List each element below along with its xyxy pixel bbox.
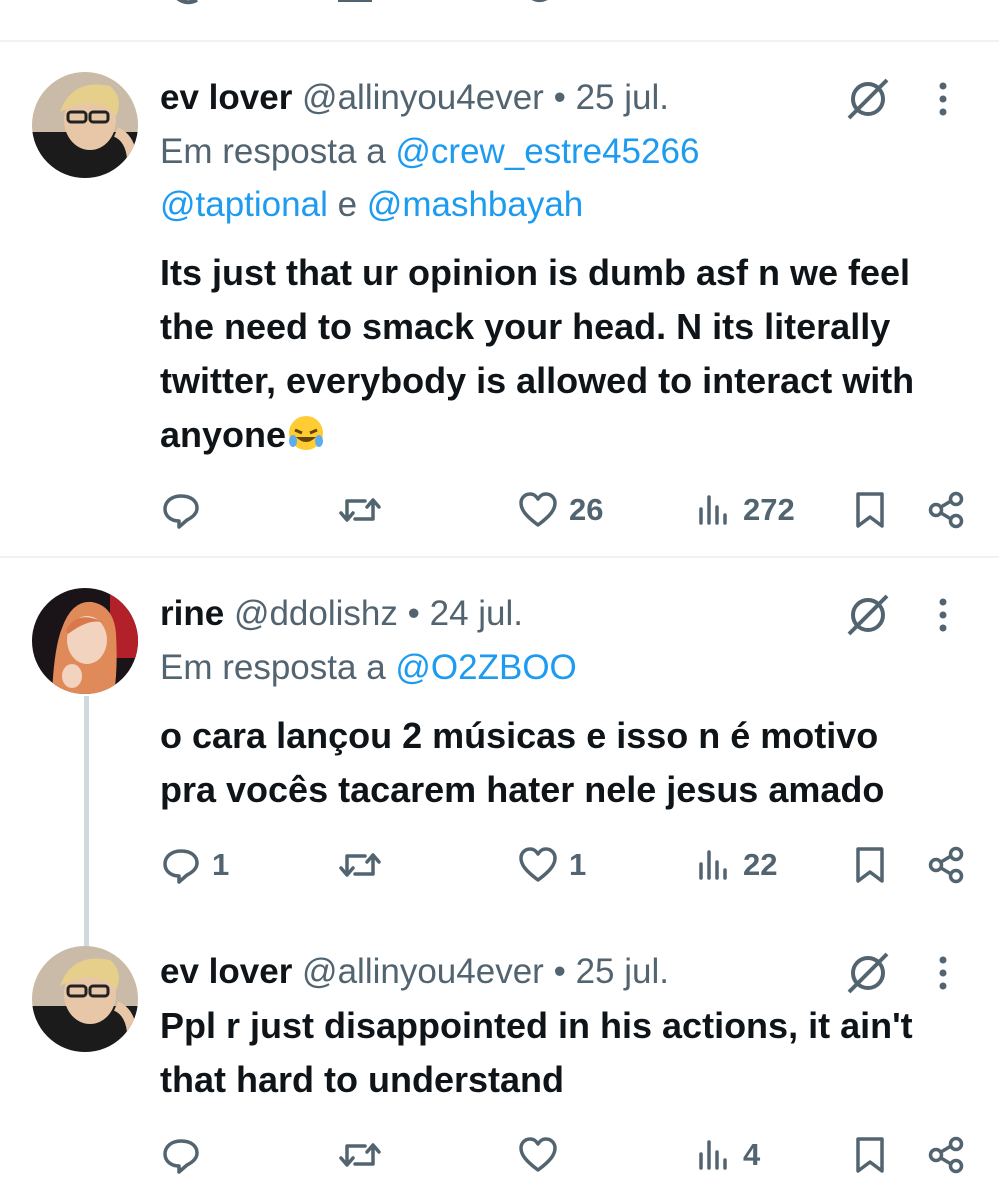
avatar[interactable]	[32, 946, 138, 1052]
mention-link[interactable]: @mashbayah	[367, 185, 583, 224]
bookmark-button[interactable]	[852, 840, 888, 890]
retweet-button[interactable]	[337, 485, 393, 535]
bookmark-icon	[856, 492, 884, 528]
share-icon	[928, 491, 964, 529]
thread-connector-line	[84, 696, 89, 948]
bookmark-icon	[856, 847, 884, 883]
cut-off-action-icons	[176, 0, 548, 5]
share-button[interactable]	[925, 1130, 967, 1180]
share-icon	[928, 1136, 964, 1174]
views-button[interactable]: 22	[695, 840, 777, 890]
reply-conjunction: e	[337, 185, 358, 224]
views-icon	[699, 1140, 727, 1170]
user-handle[interactable]: @ddolishz	[234, 594, 398, 633]
retweet-icon	[339, 853, 381, 877]
more-icon[interactable]	[928, 590, 958, 640]
share-button[interactable]	[925, 840, 967, 890]
separator-dot: •	[553, 952, 566, 991]
laughing-emoji-icon	[289, 416, 324, 450]
more-icon[interactable]	[928, 74, 958, 124]
tweet-text: o cara lançou 2 músicas e isso n é motiv…	[160, 709, 940, 817]
reply-count: 1	[212, 847, 230, 882]
user-handle[interactable]: @allinyou4ever	[302, 952, 544, 991]
reply-icon	[163, 849, 199, 884]
retweet-icon	[339, 498, 381, 522]
like-count: 1	[569, 847, 587, 882]
retweet-button[interactable]	[337, 1130, 393, 1180]
views-count: 4	[743, 1137, 761, 1172]
divider	[0, 556, 999, 558]
reply-button[interactable]	[160, 485, 212, 535]
avatar[interactable]	[32, 72, 138, 178]
tweet-text: Ppl r just disappointed in his actions, …	[160, 999, 940, 1107]
reply-context: Em resposta a @O2ZBOO	[160, 641, 920, 694]
tweet-text-content: Ppl r just disappointed in his actions, …	[160, 1005, 913, 1100]
avatar[interactable]	[32, 588, 138, 694]
like-button[interactable]: 26	[517, 485, 603, 535]
reply-prefix: Em resposta a	[160, 132, 386, 171]
views-count: 22	[743, 847, 778, 882]
tweet[interactable]: ev lover @allinyou4ever • 25 jul. Em res…	[0, 72, 999, 556]
bookmark-icon	[856, 1137, 884, 1173]
user-handle[interactable]: @allinyou4ever	[302, 78, 544, 117]
tweet-header: rine @ddolishz • 24 jul.	[160, 588, 523, 640]
reply-icon	[163, 1139, 199, 1174]
tweet-actions: 1 1 22	[0, 840, 999, 890]
views-button[interactable]: 272	[695, 485, 795, 535]
grok-icon[interactable]	[843, 948, 893, 998]
like-button[interactable]: 1	[517, 840, 586, 890]
heart-icon	[519, 492, 557, 527]
share-icon	[928, 846, 964, 884]
mention-link[interactable]: @O2ZBOO	[395, 648, 576, 687]
tweet-actions: 4	[0, 1130, 999, 1180]
like-button[interactable]	[517, 1130, 569, 1180]
bookmark-button[interactable]	[852, 1130, 888, 1180]
retweet-icon	[339, 1143, 381, 1167]
retweet-button[interactable]	[337, 840, 393, 890]
heart-icon	[519, 1137, 557, 1172]
views-icon	[699, 495, 727, 525]
reply-context: Em resposta a @crew_estre45266 @taptiona…	[160, 125, 920, 231]
more-icon[interactable]	[928, 948, 958, 998]
tweet-date[interactable]: 25 jul.	[576, 952, 669, 991]
tweet-header: ev lover @allinyou4ever • 25 jul.	[160, 946, 669, 998]
tweet-text-content: Its just that ur opinion is dumb asf n w…	[160, 252, 915, 455]
tweet-actions: 26 272	[0, 485, 999, 535]
previous-tweet-actions-cutoff	[0, 0, 999, 40]
grok-icon[interactable]	[843, 590, 893, 640]
display-name[interactable]: ev lover	[160, 952, 292, 991]
display-name[interactable]: ev lover	[160, 78, 292, 117]
tweet[interactable]: rine @ddolishz • 24 jul. Em resposta a @…	[0, 588, 999, 948]
share-button[interactable]	[925, 485, 967, 535]
reply-icon	[163, 494, 199, 529]
reply-button[interactable]	[160, 1130, 212, 1180]
reply-prefix: Em resposta a	[160, 648, 386, 687]
views-button[interactable]: 4	[695, 1130, 760, 1180]
heart-icon	[519, 847, 557, 882]
views-icon	[699, 850, 727, 880]
separator-dot: •	[407, 594, 420, 633]
grok-icon[interactable]	[843, 74, 893, 124]
divider	[0, 40, 999, 42]
tweet-text-content: o cara lançou 2 músicas e isso n é motiv…	[160, 715, 885, 810]
reply-button[interactable]: 1	[160, 840, 229, 890]
tweet[interactable]: ev lover @allinyou4ever • 25 jul. Ppl r …	[0, 946, 999, 1200]
tweet-date[interactable]: 25 jul.	[576, 78, 669, 117]
tweet-text: Its just that ur opinion is dumb asf n w…	[160, 246, 940, 462]
bookmark-button[interactable]	[852, 485, 888, 535]
display-name[interactable]: rine	[160, 594, 224, 633]
mention-link[interactable]: @taptional	[160, 185, 328, 224]
separator-dot: •	[553, 78, 566, 117]
tweet-date[interactable]: 24 jul.	[430, 594, 523, 633]
views-count: 272	[743, 492, 795, 527]
mention-link[interactable]: @crew_estre45266	[395, 132, 699, 171]
tweet-header: ev lover @allinyou4ever • 25 jul.	[160, 72, 669, 124]
like-count: 26	[569, 492, 604, 527]
